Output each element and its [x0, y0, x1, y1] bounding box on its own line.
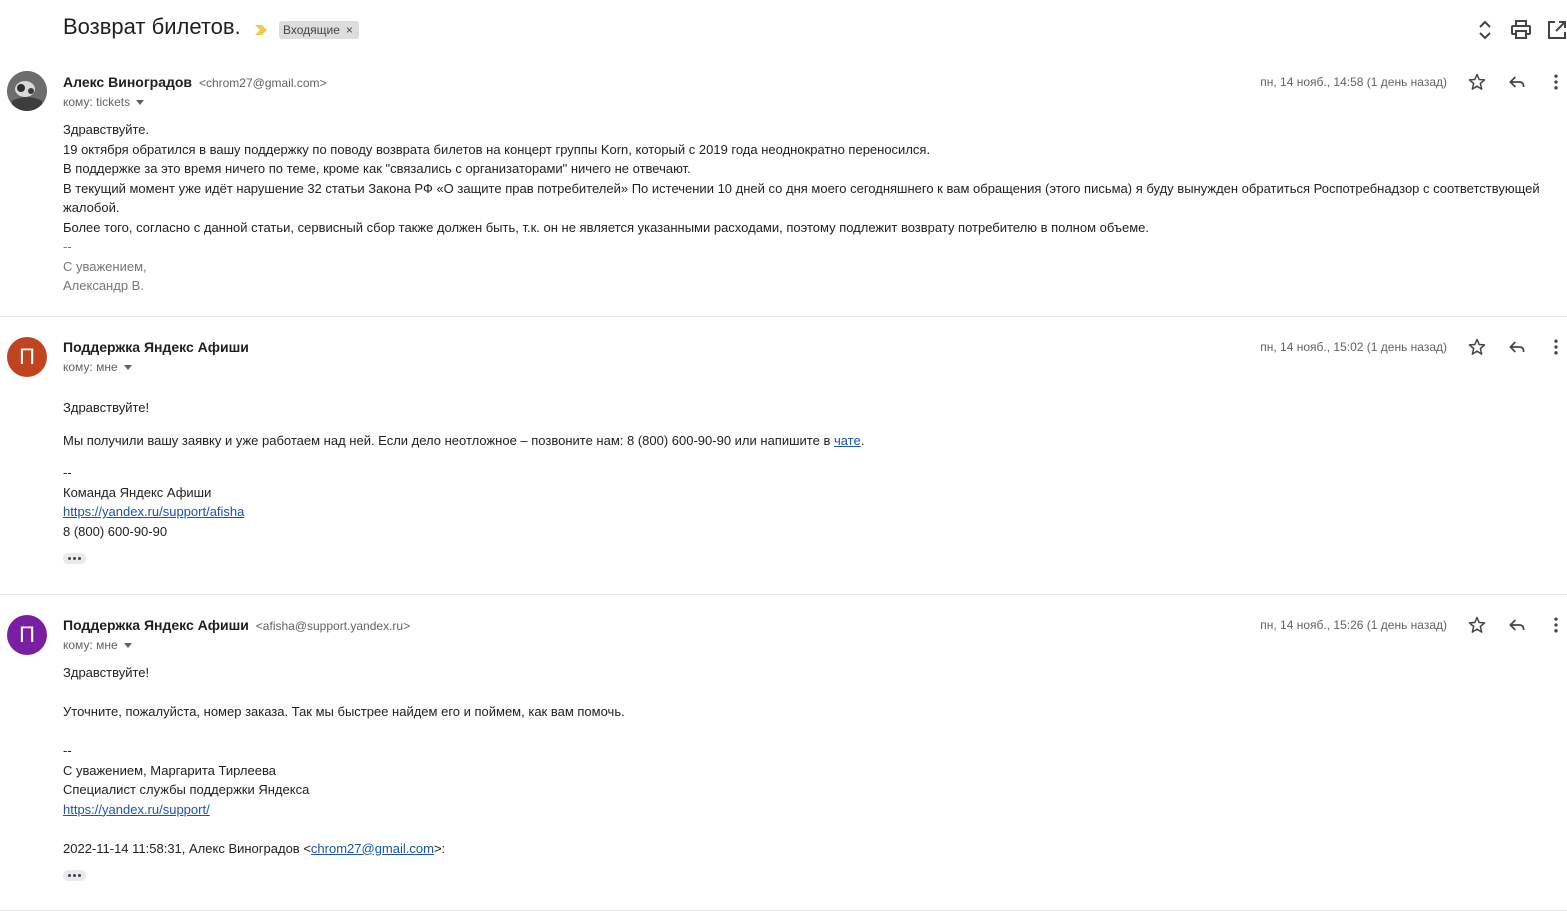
- body-line: 19 октября обратился в вашу поддержку по…: [63, 141, 931, 157]
- quote-header: 2022-11-14 11:58:31, Алекс Виноградов <c…: [63, 839, 1553, 859]
- message-divider: [0, 594, 1567, 595]
- body-paragraph: Мы получили вашу заявку и уже работаем н…: [63, 431, 1553, 451]
- reply-icon[interactable]: [1507, 615, 1527, 635]
- more-vert-icon[interactable]: [1546, 337, 1566, 357]
- show-trimmed-content-button[interactable]: [63, 553, 86, 564]
- sender-avatar[interactable]: [7, 71, 47, 111]
- message-date: пн, 14 нояб., 15:26 (1 день назад): [1260, 618, 1447, 632]
- signature-line: Александр В.: [63, 278, 144, 293]
- sender-name[interactable]: Алекс Виноградов: [63, 74, 192, 90]
- body-line: В текущий момент уже идёт нарушение 32 с…: [63, 180, 1540, 216]
- quote-email-link[interactable]: chrom27@gmail.com: [311, 841, 434, 856]
- signature-dash: --: [63, 465, 72, 480]
- star-icon[interactable]: [1467, 337, 1487, 357]
- signature-role: Специалист службы поддержки Яндекса: [63, 782, 310, 797]
- thread-subject: Возврат билетов.: [63, 14, 241, 39]
- signature-team: Команда Яндекс Афиши: [63, 484, 212, 500]
- sender-line: Алекс Виноградов <chrom27@gmail.com>: [63, 74, 327, 90]
- sender-line: Поддержка Яндекс Афиши: [63, 339, 249, 355]
- message-body: Здравствуйте. 19 октября обратился в ваш…: [63, 120, 1553, 296]
- sender-name[interactable]: Поддержка Яндекс Афиши: [63, 339, 249, 355]
- message-date: пн, 14 нояб., 15:02 (1 день назад): [1260, 340, 1447, 354]
- star-icon[interactable]: [1467, 72, 1487, 92]
- more-vert-icon[interactable]: [1546, 615, 1566, 635]
- sender-avatar[interactable]: П: [7, 615, 47, 655]
- recipients-text: кому: мне: [63, 360, 118, 374]
- support-link[interactable]: https://yandex.ru/support/afisha: [63, 504, 244, 519]
- message-body: Здравствуйте! Мы получили вашу заявку и …: [63, 398, 1553, 541]
- recipients-text: кому: tickets: [63, 95, 131, 109]
- body-paragraph: Уточните, пожалуйста, номер заказа. Так …: [63, 704, 625, 719]
- more-vert-icon[interactable]: [1546, 72, 1566, 92]
- reply-icon[interactable]: [1507, 337, 1527, 357]
- sender-name[interactable]: Поддержка Яндекс Афиши: [63, 617, 249, 633]
- recipients-toggle[interactable]: кому: мне: [63, 638, 132, 652]
- signature-dash: --: [63, 743, 72, 758]
- reply-icon[interactable]: [1507, 72, 1527, 92]
- expand-collapse-icon[interactable]: [1473, 18, 1497, 42]
- quote-suffix: >:: [433, 840, 446, 856]
- label-chip-text: Входящие: [283, 23, 340, 37]
- message-divider: [0, 910, 1567, 911]
- body-greeting: Здравствуйте!: [63, 400, 150, 415]
- message-date: пн, 14 нояб., 14:58 (1 день назад): [1260, 75, 1447, 89]
- body-line: Здравствуйте.: [63, 122, 150, 137]
- message-divider: [0, 316, 1567, 317]
- signature-phone: 8 (800) 600-90-90: [63, 523, 168, 539]
- signature-line: С уважением,: [63, 258, 147, 274]
- support-link[interactable]: https://yandex.ru/support/: [63, 802, 210, 817]
- sender-email: <afisha@support.yandex.ru>: [255, 619, 411, 633]
- chat-link[interactable]: чате: [834, 433, 861, 448]
- avatar-photo-icon: [7, 71, 47, 111]
- print-icon[interactable]: [1509, 18, 1533, 42]
- chevron-down-icon: [123, 365, 132, 371]
- sender-avatar[interactable]: П: [7, 337, 47, 377]
- star-icon[interactable]: [1467, 615, 1487, 635]
- recipients-text: кому: мне: [63, 638, 118, 652]
- recipients-toggle[interactable]: кому: tickets: [63, 95, 145, 109]
- important-marker-icon[interactable]: [253, 22, 269, 38]
- body-line: В поддержке за это время ничего по теме,…: [63, 161, 691, 176]
- message-body: Здравствуйте! Уточните, пожалуйста, номе…: [63, 663, 1553, 858]
- label-chip-inbox: Входящие ×: [279, 21, 359, 39]
- sender-email: <chrom27@gmail.com>: [198, 76, 327, 90]
- label-remove-icon[interactable]: ×: [346, 23, 353, 37]
- signature-regards: С уважением, Маргарита Тирлеева: [63, 762, 276, 778]
- thread-header: Возврат билетов. Входящие ×: [0, 0, 1567, 60]
- body-greeting: Здравствуйте!: [63, 665, 150, 680]
- sender-line: Поддержка Яндекс Афиши <afisha@support.y…: [63, 617, 410, 633]
- chevron-down-icon: [136, 100, 145, 106]
- chevron-down-icon: [123, 643, 132, 649]
- body-text-end: .: [860, 432, 865, 448]
- recipients-toggle[interactable]: кому: мне: [63, 360, 132, 374]
- show-trimmed-content-button[interactable]: [63, 870, 86, 881]
- body-text: Мы получили вашу заявку и уже работаем н…: [63, 432, 834, 448]
- quote-prefix: 2022-11-14 11:58:31, Алекс Виноградов <: [63, 840, 311, 856]
- signature-line: --: [63, 239, 72, 254]
- open-new-window-icon[interactable]: [1545, 18, 1567, 42]
- body-line: Более того, согласно с данной статьи, се…: [63, 219, 1149, 235]
